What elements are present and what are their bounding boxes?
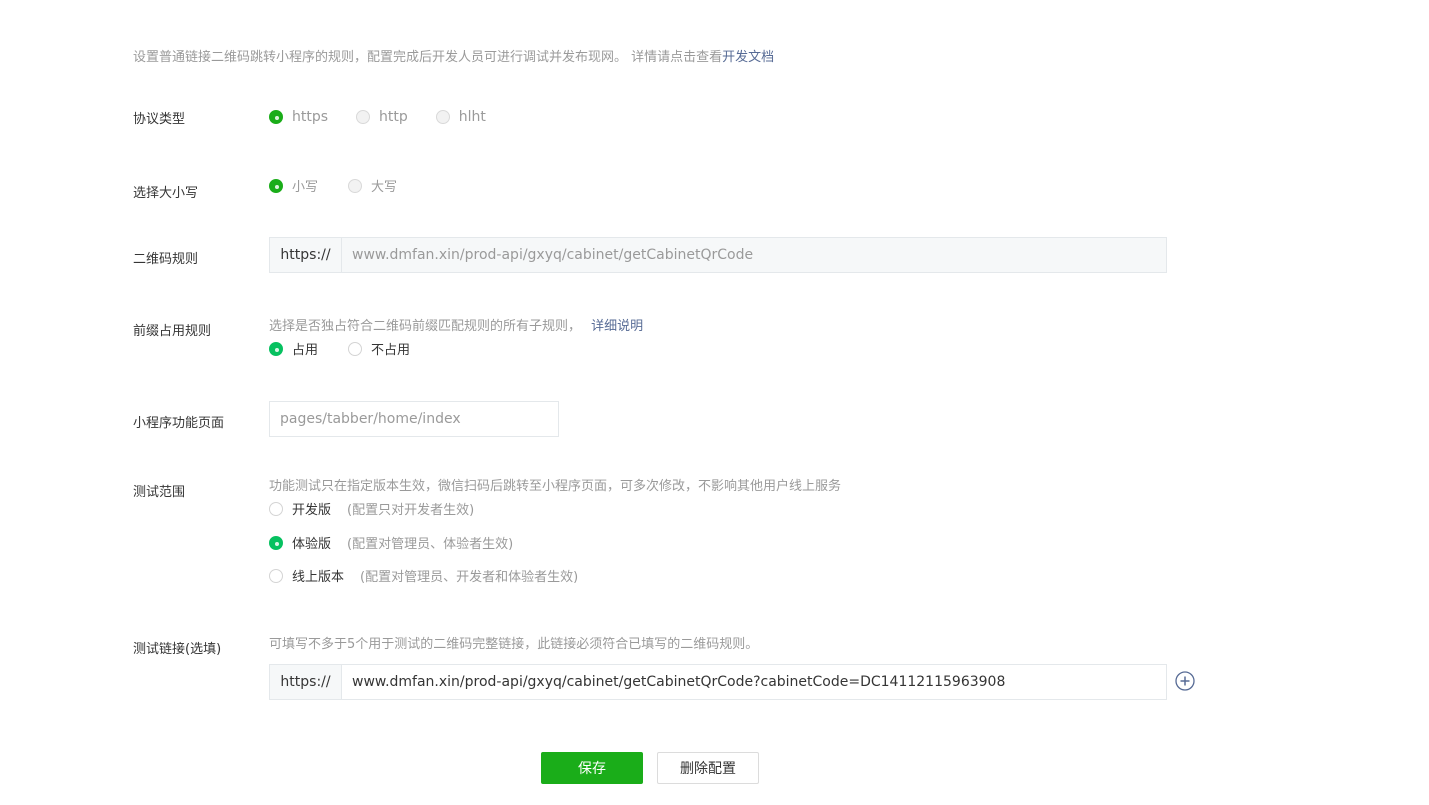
qr-rule-label: 二维码规则 [133,252,199,267]
scope-radio-trial[interactable]: 体验版 (配置对管理员、体验者生效) [269,533,513,552]
radio-checked-icon [269,178,283,193]
test-link-label: 测试链接(选填) [133,642,222,657]
radio-unchecked-icon [356,110,371,124]
test-link-prefix: https:// [270,665,342,699]
prefix-rule-hint-text: 选择是否独占符合二维码前缀匹配规则的所有子规则， [269,319,582,334]
scope-radio-dev[interactable]: 开发版 (配置只对开发者生效) [269,499,474,518]
qr-rule-input-group[interactable]: https:// www.dmfan.xin/prod-api/gxyq/cab… [269,237,1167,273]
scope-option-label: 体验版 [292,537,332,552]
protocol-radio-http[interactable]: http [356,109,408,125]
protocol-radio-group: https http hlht [269,109,514,125]
scope-radio-dev-inner: 开发版 (配置只对开发者生效) [269,499,474,518]
prefix-option-label: 不占用 [371,343,411,358]
case-label: 选择大小写 [133,186,199,201]
scope-option-note: (配置对管理员、体验者生效) [347,537,514,552]
intro-text: 设置普通链接二维码跳转小程序的规则，配置完成后开发人员可进行调试并发布现网。 详… [133,46,774,65]
radio-unchecked-icon [269,501,283,516]
scope-radio-online[interactable]: 线上版本 (配置对管理员、开发者和体验者生效) [269,566,578,585]
case-option-label: 大写 [371,180,398,195]
dev-docs-link[interactable]: 开发文档 [722,50,774,65]
prefix-radio-not-occupy[interactable]: 不占用 [348,339,410,358]
scope-option-note: (配置只对开发者生效) [347,503,475,518]
radio-checked-icon [269,341,283,356]
radio-unchecked-icon [348,341,363,356]
case-radio-lower[interactable]: 小写 [269,176,318,195]
case-radio-group: 小写 大写 [269,176,425,195]
radio-unchecked-icon [348,178,363,193]
scope-radio-online-inner: 线上版本 (配置对管理员、开发者和体验者生效) [269,566,578,585]
test-scope-label: 测试范围 [133,485,186,500]
test-link-hint: 可填写不多于5个用于测试的二维码完整链接，此链接必须符合已填写的二维码规则。 [269,637,759,652]
qr-rule-field[interactable]: www.dmfan.xin/prod-api/gxyq/cabinet/getC… [342,238,1166,272]
page-label: 小程序功能页面 [133,416,225,431]
add-link-button[interactable] [1175,671,1195,695]
plus-circle-icon [1175,671,1195,691]
radio-unchecked-icon [435,110,450,124]
page-input[interactable]: pages/tabber/home/index [269,401,559,437]
delete-config-button[interactable]: 删除配置 [657,752,759,784]
test-link-input-group[interactable]: https:// www.dmfan.xin/prod-api/gxyq/cab… [269,664,1167,700]
scope-option-note: (配置对管理员、开发者和体验者生效) [360,570,579,585]
radio-checked-icon [269,110,283,124]
prefix-option-label: 占用 [292,343,319,358]
protocol-option-label: https [292,109,329,125]
protocol-radio-hlht[interactable]: hlht [435,109,486,125]
case-option-label: 小写 [292,180,319,195]
test-scope-hint: 功能测试只在指定版本生效，微信扫码后跳转至小程序页面，可多次修改，不影响其他用户… [269,479,842,494]
protocol-option-label: hlht [458,109,486,125]
protocol-label: 协议类型 [133,112,186,127]
qr-rule-prefix: https:// [270,238,342,272]
case-radio-upper[interactable]: 大写 [348,176,397,195]
test-link-field[interactable]: www.dmfan.xin/prod-api/gxyq/cabinet/getC… [342,665,1166,699]
prefix-rule-label: 前缀占用规则 [133,324,212,339]
protocol-radio-https[interactable]: https [269,109,328,125]
scope-option-label: 线上版本 [292,570,345,585]
detail-link[interactable]: 详细说明 [591,319,643,334]
save-button[interactable]: 保存 [541,752,643,784]
prefix-radio-occupy[interactable]: 占用 [269,339,318,358]
radio-checked-icon [269,535,283,550]
radio-unchecked-icon [269,568,283,583]
prefix-rule-radio-group: 占用 不占用 [269,339,438,358]
protocol-option-label: http [379,109,408,125]
page-field[interactable]: pages/tabber/home/index [270,402,558,436]
scope-option-label: 开发版 [292,503,332,518]
intro-description: 设置普通链接二维码跳转小程序的规则，配置完成后开发人员可进行调试并发布现网。 详… [133,50,723,65]
scope-radio-trial-inner: 体验版 (配置对管理员、体验者生效) [269,533,513,552]
prefix-rule-hint: 选择是否独占符合二维码前缀匹配规则的所有子规则， 详细说明 [269,315,643,334]
